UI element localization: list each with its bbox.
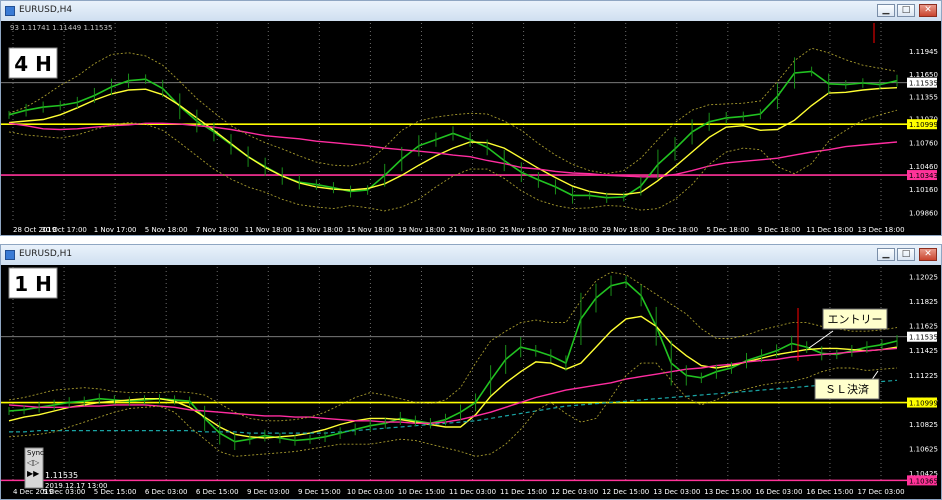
time-tick-label: 13 Dec 03:00 bbox=[653, 488, 700, 496]
price-tick-label: 1.10365 bbox=[909, 477, 938, 485]
price-tick-label: 1.10625 bbox=[909, 445, 938, 453]
time-tick-label: 13 Dec 15:00 bbox=[704, 488, 751, 496]
time-tick-label: 11 Nov 18:00 bbox=[245, 226, 292, 234]
time-tick-label: 11 Dec 18:00 bbox=[806, 226, 853, 234]
close-button[interactable]: ✕ bbox=[919, 248, 937, 261]
minimize-button[interactable]: ▁ bbox=[877, 248, 895, 261]
price-tick-label: 1.11650 bbox=[909, 71, 938, 79]
price-tick-label: 1.10999 bbox=[909, 400, 938, 408]
time-tick-label: 9 Dec 18:00 bbox=[758, 226, 801, 234]
price-tick-label: 1.11945 bbox=[909, 48, 938, 56]
window-titlebar[interactable]: EURUSD,H4 ▁ □ ✕ bbox=[1, 1, 941, 21]
timeframe-label: 1 H bbox=[14, 272, 52, 296]
maximize-button[interactable]: □ bbox=[897, 4, 915, 17]
time-tick-label: 6 Dec 03:00 bbox=[145, 488, 188, 496]
price-tick-label: 1.11225 bbox=[909, 372, 938, 380]
sync-prev-icon[interactable]: ◁▷ bbox=[26, 458, 40, 467]
time-tick-label: 5 Nov 18:00 bbox=[145, 226, 188, 234]
price-tick-label: 1.11625 bbox=[909, 323, 938, 331]
sync-next-icon[interactable]: ▶▶ bbox=[27, 469, 40, 478]
time-tick-label: 11 Dec 03:00 bbox=[449, 488, 496, 496]
time-tick-label: 13 Dec 18:00 bbox=[857, 226, 904, 234]
price-tick-label: 1.10160 bbox=[909, 186, 938, 194]
time-tick-label: 9 Dec 15:00 bbox=[298, 488, 341, 496]
series-price bbox=[8, 281, 898, 443]
chart-app-icon bbox=[5, 6, 15, 16]
time-tick-label: 1 Nov 17:00 bbox=[94, 226, 137, 234]
entry-callout-label: エントリー bbox=[828, 313, 883, 326]
time-tick-label: 16 Dec 15:00 bbox=[806, 488, 853, 496]
time-tick-label: 9 Dec 03:00 bbox=[247, 488, 290, 496]
timeframe-label: 4 H bbox=[14, 52, 52, 76]
maximize-button[interactable]: □ bbox=[897, 248, 915, 261]
sync-datetime: 2019.12.17 13:00 bbox=[45, 482, 107, 490]
time-tick-label: 12 Dec 03:00 bbox=[551, 488, 598, 496]
time-tick-label: 10 Dec 15:00 bbox=[398, 488, 445, 496]
series-ma-yellow bbox=[8, 315, 898, 439]
minimize-button[interactable]: ▁ bbox=[877, 4, 895, 17]
price-tick-label: 1.11425 bbox=[909, 347, 938, 355]
series-ma-yellow bbox=[8, 87, 898, 196]
entry-callout-pointer bbox=[808, 330, 834, 349]
time-tick-label: 11 Dec 15:00 bbox=[500, 488, 547, 496]
price-tick-label: 1.10999 bbox=[909, 121, 938, 129]
price-tick-label: 1.11355 bbox=[909, 94, 938, 102]
price-tick-label: 1.11535 bbox=[909, 80, 938, 88]
time-tick-label: 10 Dec 03:00 bbox=[347, 488, 394, 496]
price-tick-label: 1.12025 bbox=[909, 274, 938, 282]
sync-price: 1.11535 bbox=[45, 471, 78, 480]
time-tick-label: 5 Dec 18:00 bbox=[707, 226, 750, 234]
price-tick-label: 1.11825 bbox=[909, 298, 938, 306]
time-tick-label: 7 Nov 18:00 bbox=[196, 226, 239, 234]
close-button[interactable]: ✕ bbox=[919, 4, 937, 17]
chart-canvas[interactable]: 93 1.11741 1.11449 1.11535 1.11945 1.1165… bbox=[1, 21, 941, 235]
time-tick-label: 12 Dec 15:00 bbox=[602, 488, 649, 496]
series-ma-teal bbox=[9, 379, 898, 434]
price-tick-label: 1.10760 bbox=[909, 140, 938, 148]
price-tick-label: 1.10460 bbox=[909, 163, 938, 171]
chart-window-h1[interactable]: EURUSD,H1 ▁ □ ✕ 1.12025 1.11825 1.11625 1.1… bbox=[0, 244, 942, 500]
time-tick-label: 15 Nov 18:00 bbox=[347, 226, 394, 234]
sync-title: Sync bbox=[27, 449, 44, 457]
time-tick-label: 6 Dec 15:00 bbox=[196, 488, 239, 496]
chart-window-h4[interactable]: EURUSD,H4 ▁ □ ✕ 93 1.11741 1.11449 1.115… bbox=[0, 0, 942, 236]
window-title: EURUSD,H1 bbox=[19, 249, 73, 259]
series-ma-magenta bbox=[8, 347, 898, 425]
price-tick-label: 1.10825 bbox=[909, 421, 938, 429]
window-titlebar[interactable]: EURUSD,H1 ▁ □ ✕ bbox=[1, 245, 941, 265]
time-tick-label: 21 Nov 18:00 bbox=[449, 226, 496, 234]
time-tick-label: 27 Nov 18:00 bbox=[551, 226, 598, 234]
price-tick-label: 1.09860 bbox=[909, 209, 938, 217]
time-tick-label: 13 Nov 18:00 bbox=[296, 226, 343, 234]
price-tick-label: 1.10343 bbox=[909, 172, 938, 180]
time-tick-label: 30 Oct 17:00 bbox=[41, 226, 87, 234]
time-tick-label: 25 Nov 18:00 bbox=[500, 226, 547, 234]
series-band-lower bbox=[8, 362, 898, 457]
time-tick-label: 29 Nov 18:00 bbox=[602, 226, 649, 234]
series-band-lower bbox=[8, 109, 898, 212]
chart-canvas[interactable]: 1.12025 1.11825 1.11625 1.11535 1.11425 1.112… bbox=[1, 265, 941, 499]
chart-app-icon bbox=[5, 250, 15, 260]
ohlc-header: 93 1.11741 1.11449 1.11535 bbox=[10, 24, 112, 32]
time-tick-label: 17 Dec 03:00 bbox=[857, 488, 904, 496]
time-tick-label: 16 Dec 03:00 bbox=[755, 488, 802, 496]
window-title: EURUSD,H4 bbox=[19, 5, 73, 15]
price-tick-label: 1.11535 bbox=[909, 334, 938, 342]
time-tick-label: 3 Dec 18:00 bbox=[655, 226, 698, 234]
sync-panel[interactable]: Sync ◁▷ ▶▶ 1.11535 2019.12.17 13:00 bbox=[24, 447, 107, 490]
time-tick-label: 19 Nov 18:00 bbox=[398, 226, 445, 234]
sl-callout-label: ＳＬ決済 bbox=[825, 382, 869, 396]
